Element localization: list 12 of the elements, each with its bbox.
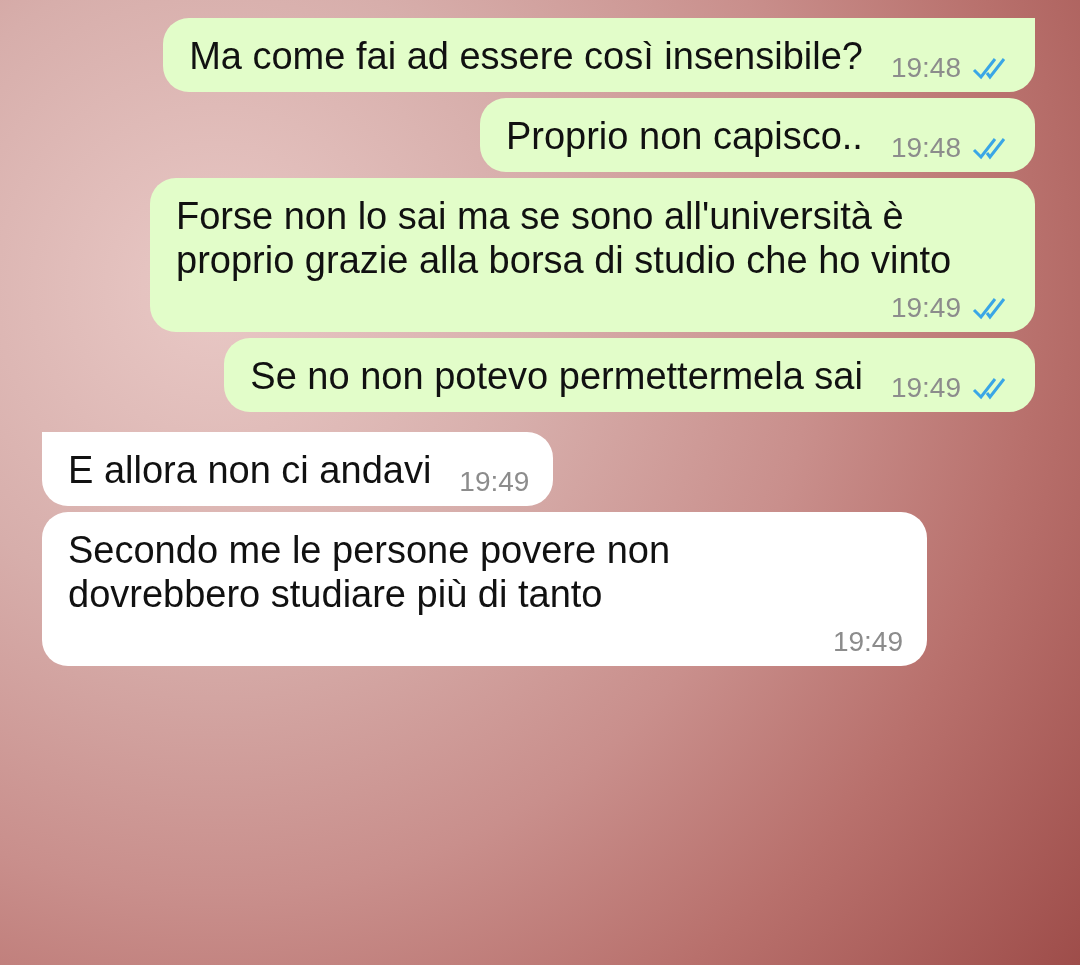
message-time: 19:49 [890,372,961,404]
message-text: Se no non potevo permettermela sai [250,354,863,398]
message-text: E allora non ci andavi [68,448,432,492]
message-time: 19:48 [890,132,961,164]
message-time: 19:49 [890,292,961,324]
message-text: Forse non lo sai ma se sono all'università è proprio grazie alla borsa di studio che ho vinto [176,194,953,282]
message-text: Proprio non capisco.. [505,114,863,158]
message-time: 19:48 [890,52,961,84]
message-time: 19:49 [459,466,530,498]
message-time: 19:49 [832,626,903,658]
message-text: Secondo me le persone povere non dovrebbero studiare più di tanto [68,528,672,616]
message-text: Ma come fai ad essere così insensibile? [189,34,863,78]
